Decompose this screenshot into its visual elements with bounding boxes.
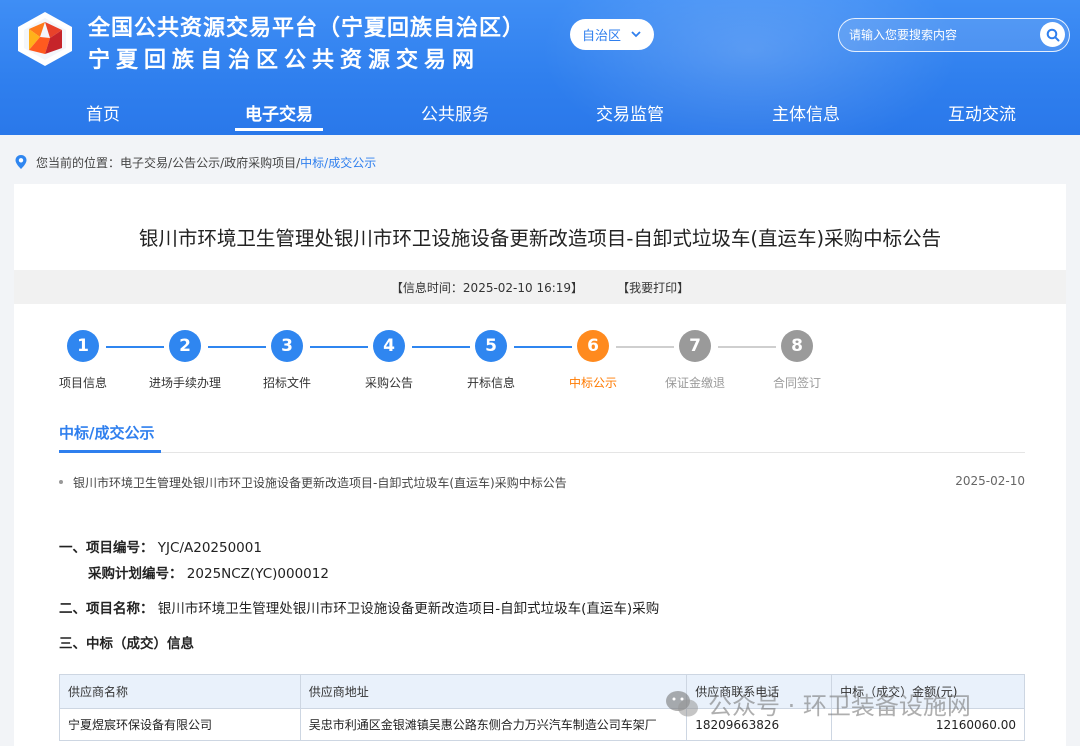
breadcrumb-prefix: 您当前的位置：	[36, 155, 121, 170]
page-title: 银川市环境卫生管理处银川市环卫设施设备更新改造项目-自卸式垃圾车(直运车)采购中…	[138, 227, 942, 250]
bullet-icon	[59, 480, 63, 484]
supplier-phone-cell: 18209663826	[686, 708, 833, 741]
step-number: 4	[373, 330, 405, 362]
breadcrumb: 您当前的位置： 电子交易/ 公告公示/ 政府采购项目/ 中标/成交公示	[14, 153, 376, 171]
nav-item-entity-info[interactable]: 主体信息	[746, 100, 866, 125]
supplier-address-cell: 吴忠市利通区金银滩镇吴惠公路东侧合力万兴汽车制造公司车架厂	[299, 708, 688, 741]
site-subtitle: 宁夏回族自治区公共资源交易网	[88, 47, 481, 73]
nav-active-indicator	[235, 128, 323, 131]
step-2[interactable]: 2 进场手续办理	[135, 330, 235, 391]
tab-active-indicator	[59, 450, 161, 453]
step-label: 开标信息	[466, 376, 515, 390]
step-label: 进场手续办理	[148, 376, 221, 390]
step-number: 2	[169, 330, 201, 362]
search-button[interactable]	[1040, 22, 1065, 47]
nav-item-e-trade[interactable]: 电子交易	[219, 100, 339, 125]
step-7[interactable]: 7 保证金缴退	[645, 330, 745, 391]
notice-date: 2025-02-10	[955, 474, 1025, 488]
step-label: 项目信息	[58, 376, 107, 390]
notice-title[interactable]: 银川市环境卫生管理处银川市环卫设施设备更新改造项目-自卸式垃圾车(直运车)采购中…	[73, 474, 567, 491]
table-header-row: 供应商名称 供应商地址 供应商联系电话 中标（成交）金额(元)	[59, 674, 1025, 709]
step-number: 5	[475, 330, 507, 362]
print-link[interactable]: 【我要打印】	[617, 279, 689, 296]
info-time: 【信息时间：2025-02-10 16:19】	[390, 280, 584, 295]
nav-item-supervision[interactable]: 交易监管	[570, 100, 690, 125]
platform-logo-icon[interactable]	[16, 10, 74, 68]
step-4[interactable]: 4 采购公告	[339, 330, 439, 391]
project-name-label: 二、项目名称：	[59, 601, 154, 617]
plan-number-label: 采购计划编号：	[88, 566, 183, 582]
col-header-supplier-phone: 供应商联系电话	[686, 674, 833, 709]
list-item[interactable]: 银川市环境卫生管理处银川市环卫设施设备更新改造项目-自卸式垃圾车(直运车)采购中…	[59, 474, 1025, 492]
location-pin-icon	[15, 155, 27, 169]
project-name-value: 银川市环境卫生管理处银川市环卫设施设备更新改造项目-自卸式垃圾车(直运车)采购	[157, 601, 660, 617]
divider	[59, 452, 1025, 453]
breadcrumb-item-notices[interactable]: 公告公示/	[172, 154, 224, 171]
step-number: 7	[679, 330, 711, 362]
site-title: 全国公共资源交易平台（宁夏回族自治区）	[88, 15, 526, 41]
step-label: 中标公示	[568, 376, 617, 390]
breadcrumb-item-e-trade[interactable]: 电子交易/	[120, 154, 172, 171]
plan-number-line: 采购计划编号： 2025NCZ(YC)000012	[88, 562, 329, 582]
step-number: 3	[271, 330, 303, 362]
chevron-down-icon	[631, 31, 641, 38]
search-icon	[1046, 28, 1059, 41]
supplier-table: 供应商名称 供应商地址 供应商联系电话 中标（成交）金额(元) 宁夏煜宸环保设备…	[59, 674, 1025, 741]
step-label: 招标文件	[262, 376, 311, 390]
step-label: 合同签订	[772, 376, 821, 390]
content-card: 银川市环境卫生管理处银川市环卫设施设备更新改造项目-自卸式垃圾车(直运车)采购中…	[14, 184, 1066, 746]
award-info-heading: 三、中标（成交）信息	[59, 632, 194, 652]
project-name-line: 二、项目名称： 银川市环境卫生管理处银川市环卫设施设备更新改造项目-自卸式垃圾车…	[59, 597, 659, 617]
plan-number-value: 2025NCZ(YC)000012	[186, 566, 329, 582]
project-number-label: 一、项目编号：	[59, 540, 154, 556]
step-label: 保证金缴退	[664, 376, 725, 390]
tab-award-notice[interactable]: 中标/成交公示	[59, 422, 154, 443]
supplier-name-cell: 宁夏煜宸环保设备有限公司	[59, 708, 301, 741]
step-8[interactable]: 8 合同签订	[747, 330, 847, 391]
award-amount-cell: 12160060.00	[831, 708, 1025, 741]
step-6[interactable]: 6 中标公示	[543, 330, 643, 391]
step-5[interactable]: 5 开标信息	[441, 330, 541, 391]
step-3[interactable]: 3 招标文件	[237, 330, 337, 391]
step-label: 采购公告	[364, 376, 413, 390]
search-box	[838, 18, 1070, 52]
col-header-award-amount: 中标（成交）金额(元)	[831, 674, 1025, 709]
site-header: 全国公共资源交易平台（宁夏回族自治区） 宁夏回族自治区公共资源交易网 自治区 首…	[0, 0, 1080, 135]
breadcrumb-item-gov-procurement[interactable]: 政府采购项目/	[224, 154, 300, 171]
step-1[interactable]: 1 项目信息	[33, 330, 133, 391]
project-number-value: YJC/A20250001	[157, 540, 262, 556]
step-number: 1	[67, 330, 99, 362]
col-header-supplier-name: 供应商名称	[59, 674, 301, 709]
col-header-supplier-address: 供应商地址	[299, 674, 688, 709]
nav-item-interaction[interactable]: 互动交流	[922, 100, 1042, 125]
main-nav: 首页 电子交易 公共服务 交易监管 主体信息 互动交流	[0, 86, 1080, 135]
info-bar: 【信息时间：2025-02-10 16:19】 【我要打印】	[14, 270, 1066, 304]
project-number-line: 一、项目编号： YJC/A20250001	[59, 536, 262, 556]
step-number: 8	[781, 330, 813, 362]
award-info-label: 三、中标（成交）信息	[59, 636, 194, 652]
nav-item-home[interactable]: 首页	[43, 100, 163, 125]
table-row: 宁夏煜宸环保设备有限公司 吴忠市利通区金银滩镇吴惠公路东侧合力万兴汽车制造公司车…	[59, 708, 1025, 741]
step-number: 6	[577, 330, 609, 362]
region-select-value: 自治区	[582, 29, 622, 44]
search-input[interactable]	[849, 27, 1029, 43]
nav-item-public-service[interactable]: 公共服务	[395, 100, 515, 125]
breadcrumb-current[interactable]: 中标/成交公示	[300, 154, 376, 171]
region-select[interactable]: 自治区	[570, 19, 654, 50]
